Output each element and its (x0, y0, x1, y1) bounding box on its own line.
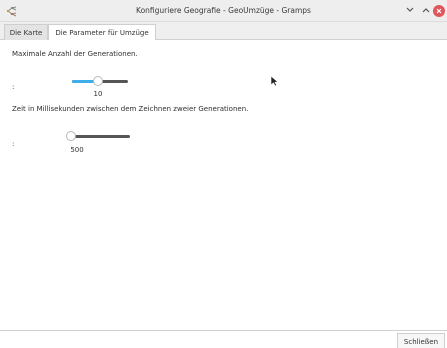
delay-value: 500 (70, 146, 84, 154)
window-title: Konfiguriere Geografie - GeoUmzüge - Gra… (136, 6, 311, 15)
chevron-up-icon (422, 7, 430, 15)
delay-slider[interactable] (66, 131, 130, 141)
chevron-down-icon (406, 7, 414, 15)
delay-label: Zeit in Millisekunden zwischen dem Zeich… (12, 105, 249, 113)
close-icon (433, 5, 445, 17)
slider-handle[interactable] (66, 131, 76, 141)
generations-colon: : (12, 83, 15, 91)
tab-parameter-fuer-umzuege[interactable]: Die Parameter für Umzüge (48, 24, 156, 41)
delay-colon: : (12, 140, 15, 148)
settings-panel: Maximale Anzahl der Generationen. : 10 Z… (0, 40, 447, 330)
window-titlebar: Konfiguriere Geografie - GeoUmzüge - Gra… (0, 0, 447, 22)
close-button[interactable]: Schließen (396, 333, 445, 348)
mouse-pointer-icon (270, 75, 279, 89)
generations-label: Maximale Anzahl der Generationen. (12, 50, 138, 58)
generations-value: 10 (93, 90, 103, 98)
minimize-button[interactable] (403, 4, 417, 18)
generations-slider[interactable] (70, 76, 130, 86)
tab-bar: Die Karte Die Parameter für Umzüge (0, 22, 447, 41)
slider-handle[interactable] (93, 76, 103, 86)
slider-trough (68, 135, 130, 138)
maximize-button[interactable] (419, 4, 433, 18)
dialog-button-bar: Schließen (0, 330, 447, 348)
tab-die-karte[interactable]: Die Karte (4, 24, 48, 40)
close-window-button[interactable] (432, 4, 446, 18)
